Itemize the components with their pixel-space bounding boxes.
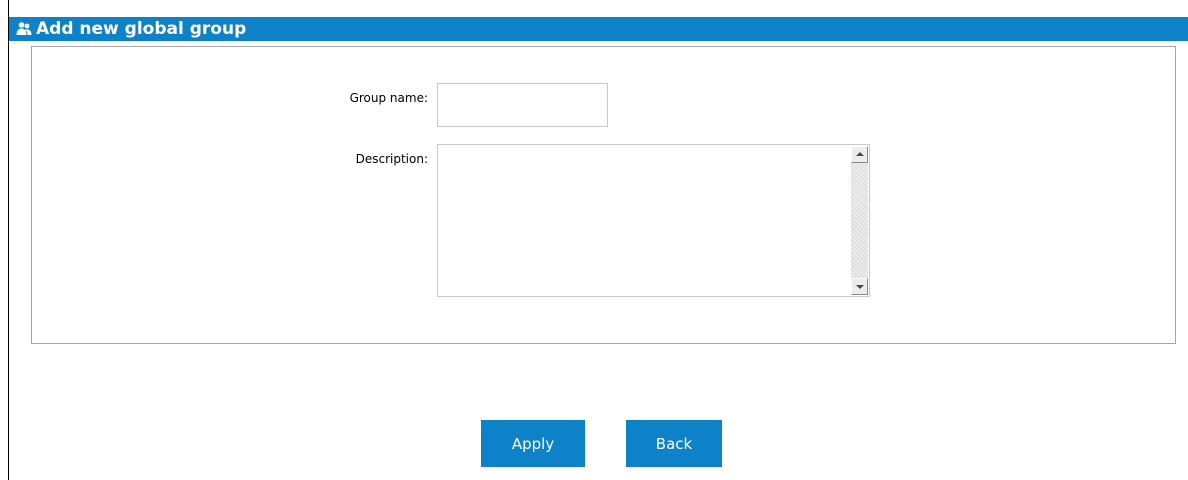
arrow-up-icon — [856, 152, 864, 156]
group-name-label: Group name: — [349, 91, 428, 105]
title-bar: Add new global group — [9, 17, 1188, 41]
page-title: Add new global group — [36, 19, 247, 39]
description-textarea[interactable] — [437, 144, 870, 297]
group-name-input[interactable] — [437, 83, 608, 127]
left-border — [8, 0, 9, 480]
vertical-scrollbar[interactable] — [851, 146, 868, 295]
scroll-up-button[interactable] — [851, 146, 868, 163]
apply-button[interactable]: Apply — [481, 420, 585, 467]
arrow-down-icon — [856, 285, 864, 289]
back-button[interactable]: Back — [626, 420, 722, 467]
description-label: Description: — [355, 152, 428, 166]
page: Add new global group Group name: Descrip… — [0, 0, 1188, 480]
scroll-down-button[interactable] — [851, 278, 868, 295]
user-group-icon — [16, 22, 32, 35]
